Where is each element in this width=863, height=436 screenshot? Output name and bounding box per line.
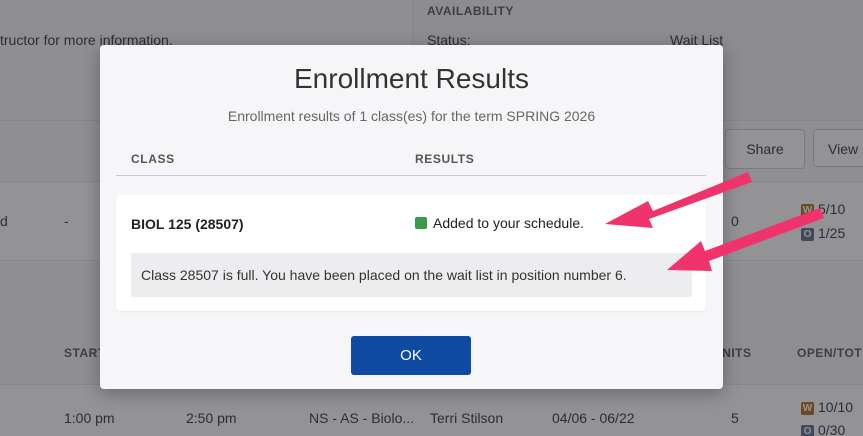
result-status: Added to your schedule. — [415, 215, 584, 231]
enrollment-results-dialog: Enrollment Results Enrollment results of… — [100, 45, 723, 389]
result-status-text: Added to your schedule. — [433, 215, 584, 231]
modal-title: Enrollment Results — [294, 63, 529, 94]
class-name: BIOL 125 (28507) — [131, 216, 244, 232]
ok-button[interactable]: OK — [351, 336, 471, 375]
column-header-results: RESULTS — [415, 152, 475, 166]
modal-subtitle: Enrollment results of 1 class(es) for th… — [227, 108, 596, 124]
enrollment-result-row: BIOL 125 (28507) Added to your schedule.… — [116, 195, 706, 311]
success-status-icon — [415, 217, 427, 229]
result-message-box: Class 28507 is full. You have been place… — [131, 253, 692, 297]
result-message: Class 28507 is full. You have been place… — [141, 267, 627, 283]
column-header-class: CLASS — [131, 152, 175, 166]
header-divider — [116, 175, 706, 176]
